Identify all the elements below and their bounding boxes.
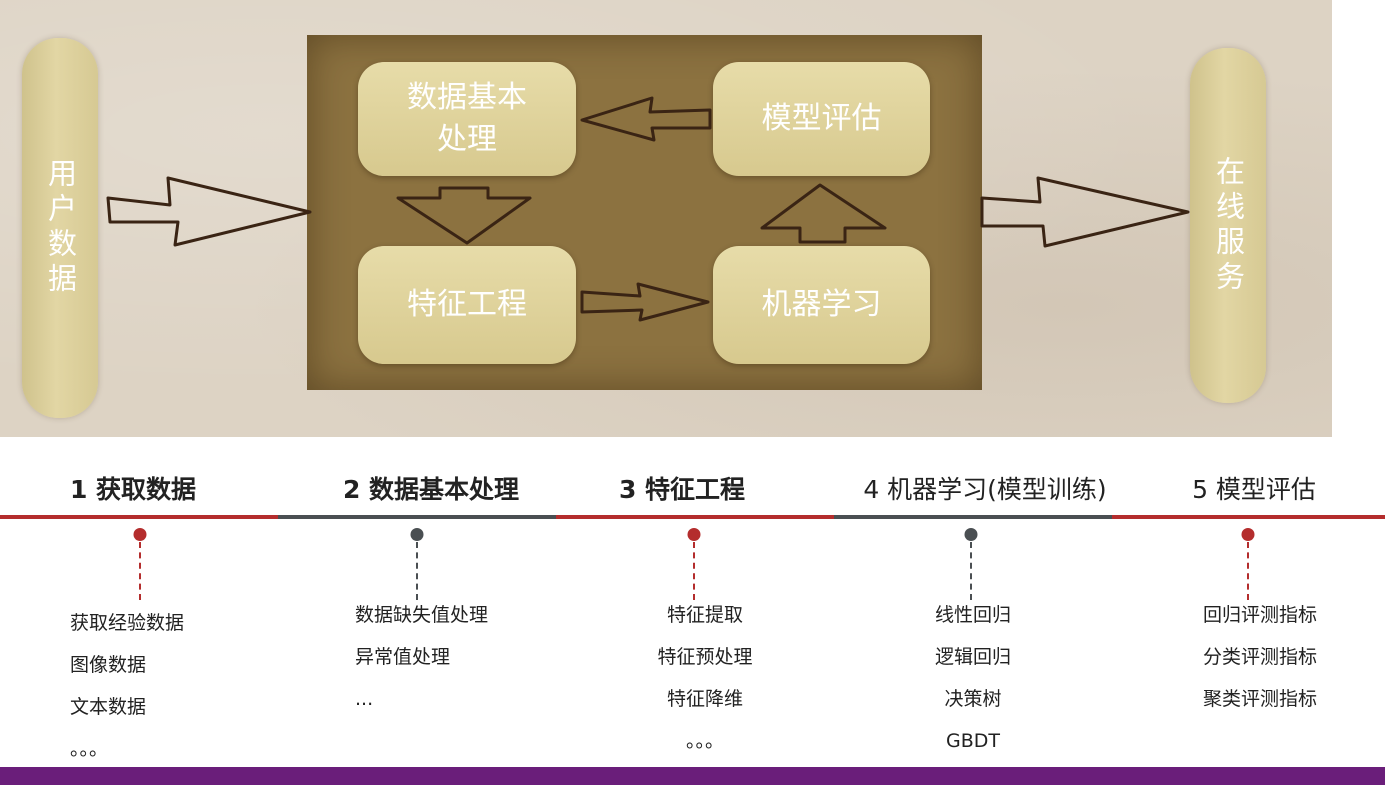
step-3-connector [693, 542, 695, 600]
list-item: 特征提取 [666, 604, 744, 626]
bottom-accent-bar [0, 767, 1385, 785]
diagram-arrows [106, 96, 1190, 322]
step-4-connector [970, 542, 972, 600]
step-5-items: 回归评测指标 分类评测指标 聚类评测指标 [1203, 602, 1317, 728]
step-4-marker [964, 528, 978, 541]
step-1-items: 获取经验数据 图像数据 文本数据 。。。 [70, 610, 184, 778]
step-3-marker [687, 528, 701, 541]
step-2-title: 2 数据基本处理 [342, 475, 520, 504]
timeline-segment-2 [278, 515, 556, 519]
step-5-title: 5 模型评估 [1192, 475, 1316, 504]
step-2-items: 数据缺失值处理 异常值处理 ... [355, 602, 488, 728]
step-3-items: 特征提取 特征预处理 特征降维 。。。 [657, 602, 752, 770]
list-item: 线性回归 [934, 604, 1012, 626]
list-item: 聚类评测指标 [1202, 688, 1318, 710]
timeline-segment-3 [556, 515, 834, 519]
list-item: 异常值处理 [355, 646, 451, 668]
list-item: 特征降维 [666, 688, 744, 710]
list-item: 逻辑回归 [934, 646, 1012, 668]
flow-diagram: 用户数据 在线服务 数据基本 处理 模型评估 特征工程 机器学习 [0, 0, 1332, 437]
timeline-segment-4 [834, 515, 1112, 519]
step-2-connector [416, 542, 418, 600]
list-item: 。。。 [685, 730, 725, 752]
arrow-ml-to-eval [760, 183, 887, 244]
list-item: 图像数据 [70, 654, 147, 676]
list-item: 获取经验数据 [70, 612, 185, 634]
timeline-segment-1 [0, 515, 278, 519]
step-5-marker [1241, 528, 1255, 541]
step-3-title: 3 特征工程 [618, 475, 746, 504]
list-item: 特征预处理 [657, 646, 753, 668]
step-2-marker [410, 528, 424, 541]
list-item: 回归评测指标 [1202, 604, 1318, 626]
step-1-marker [133, 528, 147, 541]
arrow-processing-to-feature [396, 186, 532, 245]
list-item: 分类评测指标 [1202, 646, 1318, 668]
list-item: 决策树 [944, 688, 1002, 710]
list-item: GBDT [945, 730, 1000, 752]
step-4-title: 4 机器学习(模型训练) [863, 475, 1107, 504]
step-4-items: 线性回归 逻辑回归 决策树 GBDT [935, 602, 1011, 770]
list-item: 文本数据 [70, 696, 147, 718]
arrow-user-to-core [106, 176, 312, 247]
step-5-connector [1247, 542, 1249, 600]
step-1-connector [139, 542, 141, 600]
list-item: 数据缺失值处理 [355, 604, 489, 626]
arrow-eval-to-processing [580, 96, 712, 142]
list-item: ... [355, 688, 374, 710]
arrow-core-to-service [980, 176, 1190, 248]
pipeline-timeline: 1 获取数据 2 数据基本处理 3 特征工程 4 机器学习(模型训练) 5 模型… [0, 450, 1385, 785]
step-1-title: 1 获取数据 [69, 475, 197, 504]
arrow-feature-to-ml [580, 282, 710, 322]
timeline-segment-5 [1112, 515, 1385, 519]
